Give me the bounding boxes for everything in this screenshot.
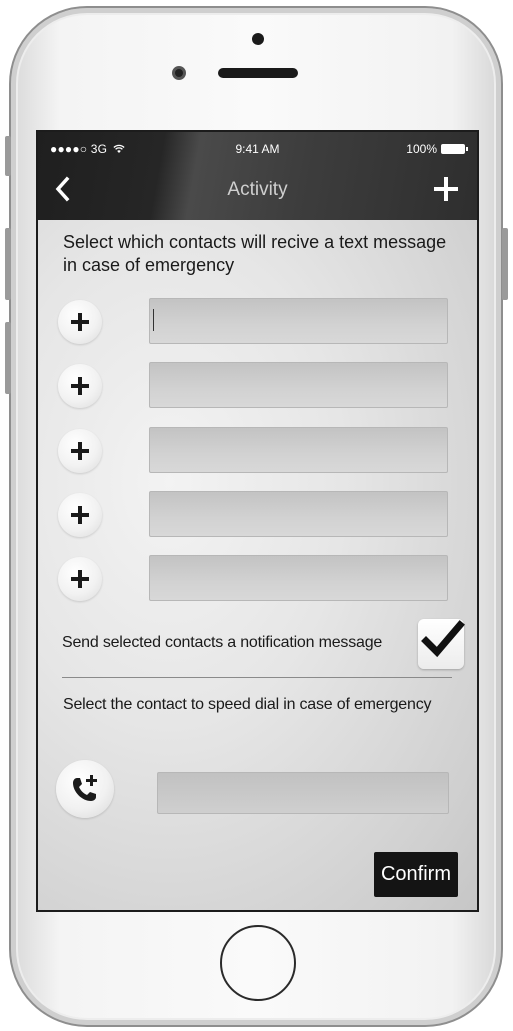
contact-field[interactable]: [149, 491, 448, 537]
contact-row: [38, 555, 477, 605]
navigation-bar: ●●●●○ 3G 9:41 AM 100% Activity: [38, 132, 477, 220]
contact-row: [38, 362, 477, 412]
page-title: Activity: [227, 179, 288, 200]
plus-icon[interactable]: [431, 174, 461, 204]
plus-icon: [71, 313, 89, 331]
notify-checkbox[interactable]: [418, 619, 465, 669]
status-bar: ●●●●○ 3G 9:41 AM 100%: [38, 142, 477, 158]
divider: [62, 677, 452, 678]
power-button: [502, 228, 508, 300]
earpiece-speaker: [218, 68, 298, 78]
battery-percent: 100%: [406, 142, 437, 156]
contact-field[interactable]: [149, 362, 448, 408]
app-screen: ●●●●○ 3G 9:41 AM 100% Activity Select wh…: [36, 130, 479, 912]
plus-icon: [71, 570, 89, 588]
contact-field[interactable]: [149, 298, 448, 344]
plus-icon: [71, 442, 89, 460]
confirm-button[interactable]: Confirm: [374, 852, 458, 897]
volume-up-button: [5, 228, 11, 300]
contact-row: [38, 491, 477, 541]
home-button[interactable]: [220, 925, 296, 1001]
add-contact-button[interactable]: [58, 429, 102, 473]
add-contact-button[interactable]: [58, 300, 102, 344]
contact-row: [38, 427, 477, 477]
add-speed-dial-button[interactable]: [56, 760, 114, 818]
proximity-sensor: [252, 33, 264, 45]
checkmark-icon: [421, 620, 465, 658]
front-camera: [172, 66, 186, 80]
contact-row: [38, 298, 477, 348]
speed-dial-field[interactable]: [157, 772, 449, 814]
plus-icon: [71, 377, 89, 395]
contact-field[interactable]: [149, 555, 448, 601]
battery-icon: [441, 144, 468, 154]
silent-switch: [5, 136, 11, 176]
add-contact-button[interactable]: [58, 557, 102, 601]
plus-icon: [71, 506, 89, 524]
add-contact-button[interactable]: [58, 493, 102, 537]
volume-down-button: [5, 322, 11, 394]
speed-dial-label: Select the contact to speed dial in case…: [63, 696, 432, 713]
battery-indicator: 100%: [406, 142, 468, 156]
notify-label: Send selected contacts a notification me…: [62, 634, 383, 651]
instructions-text: Select which contacts will recive a text…: [63, 232, 447, 275]
text-cursor: [153, 309, 154, 331]
contact-field[interactable]: [149, 427, 448, 473]
phone-add-icon: [73, 775, 97, 801]
add-contact-button[interactable]: [58, 364, 102, 408]
